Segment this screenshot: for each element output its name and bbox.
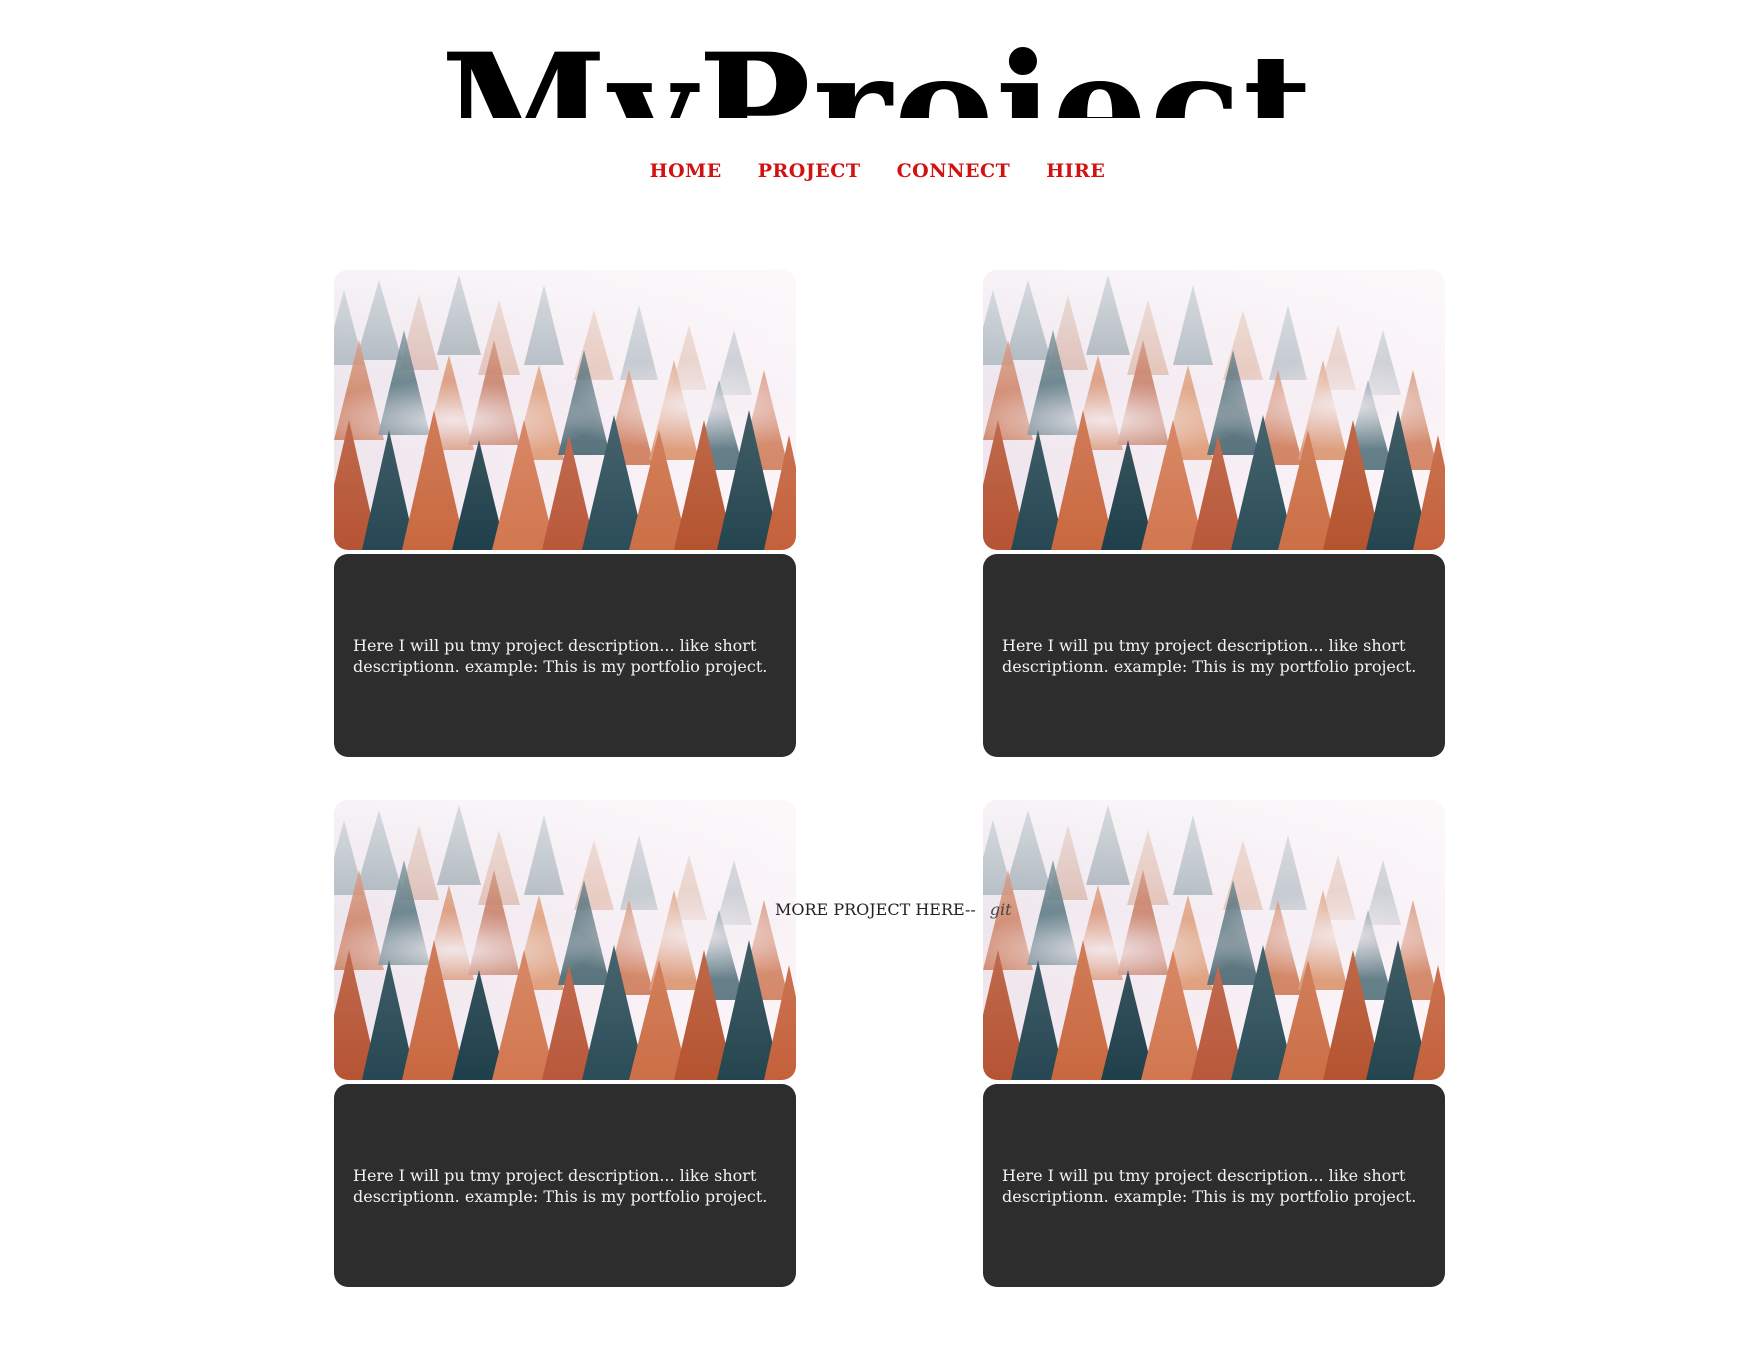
project-image[interactable] (334, 270, 796, 550)
project-image[interactable] (334, 800, 796, 1080)
main-nav: HOME PROJECT CONNECT HIRE (0, 160, 1755, 182)
project-description-box: Here I will pu tmy project description..… (983, 554, 1445, 757)
project-description-box: Here I will pu tmy project description..… (334, 1084, 796, 1287)
project-description: Here I will pu tmy project description..… (1002, 1165, 1417, 1206)
site-header: MyProject (0, 20, 1755, 118)
more-projects: MORE PROJECT HERE-- git (775, 900, 1012, 919)
project-card: Here I will pu tmy project description..… (983, 270, 1445, 757)
project-description-box: Here I will pu tmy project description..… (983, 1084, 1445, 1287)
more-projects-label: MORE PROJECT HERE-- (775, 900, 976, 919)
nav-home-link[interactable]: HOME (650, 160, 722, 182)
project-image[interactable] (983, 800, 1445, 1080)
project-card: Here I will pu tmy project description..… (334, 800, 796, 1287)
project-image[interactable] (983, 270, 1445, 550)
project-description: Here I will pu tmy project description..… (1002, 635, 1417, 676)
project-description-box: Here I will pu tmy project description..… (334, 554, 796, 757)
project-card: Here I will pu tmy project description..… (983, 800, 1445, 1287)
project-description: Here I will pu tmy project description..… (353, 1165, 768, 1206)
nav-project-link[interactable]: PROJECT (758, 160, 861, 182)
nav-connect-link[interactable]: CONNECT (897, 160, 1011, 182)
nav-hire-link[interactable]: HIRE (1046, 160, 1105, 182)
git-link[interactable]: git (990, 900, 1012, 919)
project-card: Here I will pu tmy project description..… (334, 270, 796, 757)
project-description: Here I will pu tmy project description..… (353, 635, 768, 676)
site-title: MyProject (440, 21, 1315, 118)
